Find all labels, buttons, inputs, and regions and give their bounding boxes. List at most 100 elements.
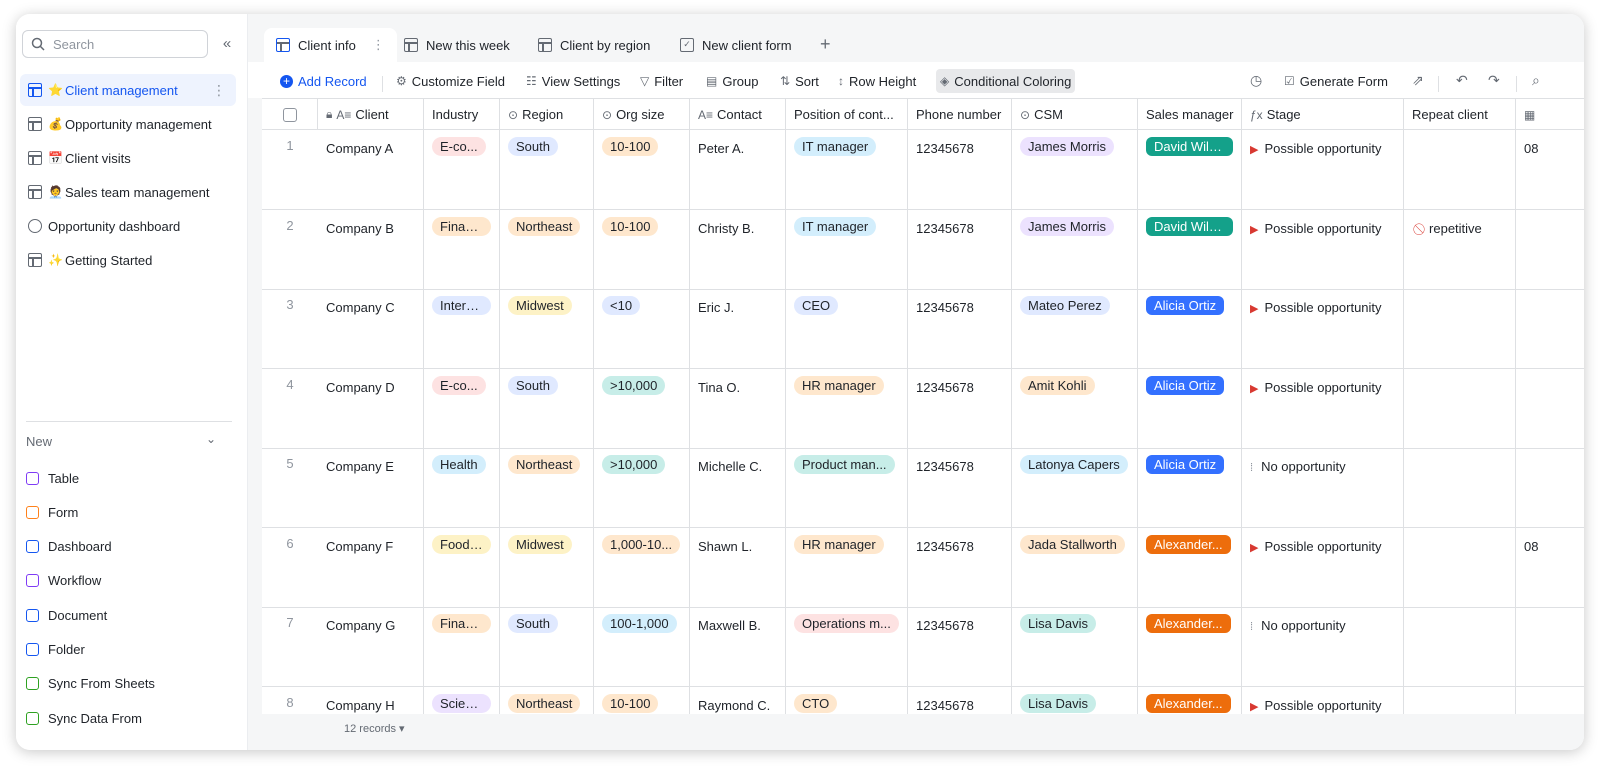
column-header-stage[interactable]: ƒx Stage — [1242, 99, 1404, 130]
cell-sales[interactable]: Alicia Ortiz — [1138, 368, 1242, 448]
cell-sales[interactable]: David Wils... — [1138, 209, 1242, 289]
cell-contact[interactable]: Christy B. — [690, 209, 786, 289]
column-header-position[interactable]: Position of cont... — [786, 99, 908, 130]
cell-org-size[interactable]: 10-100 — [594, 130, 690, 209]
cell-stage[interactable]: ▶ Possible opportunity — [1242, 130, 1404, 209]
cell-client[interactable]: Company F — [318, 527, 424, 607]
cell-repeat[interactable] — [1404, 289, 1516, 368]
cell-industry[interactable]: Health — [424, 448, 500, 527]
tab-client-info[interactable]: Client info ⋮ — [264, 28, 397, 62]
filter-button[interactable]: ▽ Filter — [636, 69, 687, 93]
cell-client[interactable]: Company G — [318, 607, 424, 686]
new-item-workflow[interactable]: Workflow — [26, 569, 101, 593]
cell-region[interactable]: Northeast — [500, 209, 594, 289]
new-item-document[interactable]: Document — [26, 603, 107, 627]
tab-new-client-form[interactable]: ✓ New client form — [668, 28, 804, 62]
customize-field-button[interactable]: ⚙ Customize Field — [392, 69, 509, 93]
cell-position[interactable]: Product man... — [786, 448, 908, 527]
cell-csm[interactable]: Mateo Perez — [1012, 289, 1138, 368]
cell-csm[interactable]: James Morris — [1012, 130, 1138, 209]
cell-industry[interactable]: E-co... — [424, 368, 500, 448]
column-header-sales-manager[interactable]: Sales manager — [1138, 99, 1242, 130]
sidebar-item[interactable]: 🧑‍💼 Sales team management — [20, 176, 236, 208]
new-item-sync-from-sheets[interactable]: Sync From Sheets — [26, 672, 155, 696]
cell-csm[interactable]: Jada Stallworth — [1012, 527, 1138, 607]
cell-stage[interactable]: ⁞ No opportunity — [1242, 448, 1404, 527]
table-row[interactable]: 1 Company A E-co... South 10-100 Peter A. IT m… — [262, 130, 1584, 210]
cell-phone[interactable]: 12345678 — [908, 368, 1012, 448]
table-row[interactable]: 8 Company H Scien... Northeast 10-100 Raymond… — [262, 686, 1584, 715]
chevron-down-icon[interactable]: ⌄ — [206, 432, 216, 446]
cell-extra[interactable] — [1516, 687, 1584, 715]
cell-phone[interactable]: 12345678 — [908, 607, 1012, 686]
cell-org-size[interactable]: >10,000 — [594, 448, 690, 527]
table-row[interactable]: 7 Company G Finance South 100-1,000 Maxwell B… — [262, 607, 1584, 687]
cell-repeat[interactable] — [1404, 448, 1516, 527]
search-input[interactable]: Search — [22, 30, 208, 58]
cell-industry[interactable]: Finance — [424, 607, 500, 686]
table-row[interactable]: 6 Company F Food ... Midwest 1,000-10... Shaw… — [262, 527, 1584, 608]
new-item-table[interactable]: Table — [26, 466, 79, 490]
cell-stage[interactable]: ▶ Possible opportunity — [1242, 527, 1404, 607]
tab-client-by-region[interactable]: Client by region — [526, 28, 662, 62]
more-options-icon[interactable]: ⋮ — [212, 82, 226, 99]
cell-csm[interactable]: Lisa Davis — [1012, 686, 1138, 714]
cell-repeat[interactable] — [1404, 607, 1516, 686]
cell-client[interactable]: Company E — [318, 448, 424, 527]
add-view-icon[interactable]: + — [820, 34, 831, 55]
cell-position[interactable]: Operations m... — [786, 607, 908, 686]
table-row[interactable]: 3 Company C Intern... Midwest <10 Eric J. CEO 1… — [262, 289, 1584, 369]
cell-phone[interactable]: 12345678 — [908, 130, 1012, 209]
cell-org-size[interactable]: 10-100 — [594, 686, 690, 714]
cell-stage[interactable]: ▶ Possible opportunity — [1242, 368, 1404, 448]
cell-industry[interactable]: E-co... — [424, 130, 500, 209]
cell-region[interactable]: Midwest — [500, 527, 594, 607]
share-icon[interactable]: ⇗ — [1412, 72, 1424, 89]
cell-region[interactable]: Northeast — [500, 448, 594, 527]
cell-org-size[interactable]: 1,000-10... — [594, 527, 690, 607]
undo-icon[interactable]: ↶ — [1456, 72, 1468, 89]
cell-industry[interactable]: Finance — [424, 209, 500, 289]
cell-sales[interactable]: Alexander... — [1138, 686, 1242, 714]
records-count[interactable]: 12 records ▾ — [344, 722, 405, 735]
cell-org-size[interactable]: <10 — [594, 289, 690, 368]
search-records-icon[interactable]: ⌕ — [1532, 72, 1540, 89]
cell-position[interactable]: CTO — [786, 686, 908, 714]
column-header-date[interactable]: ▦ — [1516, 99, 1584, 130]
cell-sales[interactable]: Alicia Ortiz — [1138, 448, 1242, 527]
new-item-form[interactable]: Form — [26, 500, 78, 524]
cell-extra[interactable]: 08 — [1516, 130, 1584, 209]
column-header-contact[interactable]: A≡ Contact — [690, 99, 786, 130]
cell-position[interactable]: HR manager — [786, 368, 908, 448]
tab-options-icon[interactable]: ⋮ — [372, 37, 385, 53]
cell-sales[interactable]: Alexander... — [1138, 607, 1242, 686]
cell-contact[interactable]: Peter A. — [690, 130, 786, 209]
cell-region[interactable]: South — [500, 607, 594, 686]
column-header-org-size[interactable]: ⊙ Org size — [594, 99, 690, 130]
cell-industry[interactable]: Scien... — [424, 686, 500, 714]
cell-phone[interactable]: 12345678 — [908, 686, 1012, 714]
sort-button[interactable]: ⇅ Sort — [776, 69, 823, 93]
cell-position[interactable]: HR manager — [786, 527, 908, 607]
sidebar-item[interactable]: 💰 Opportunity management — [20, 108, 236, 140]
cell-region[interactable]: Northeast — [500, 686, 594, 714]
cell-phone[interactable]: 12345678 — [908, 289, 1012, 368]
cell-extra[interactable] — [1516, 369, 1584, 448]
cell-phone[interactable]: 12345678 — [908, 448, 1012, 527]
cell-position[interactable]: IT manager — [786, 130, 908, 209]
redo-icon[interactable]: ↷ — [1488, 72, 1500, 89]
cell-contact[interactable]: Shawn L. — [690, 527, 786, 607]
view-settings-button[interactable]: ☷ View Settings — [522, 69, 624, 93]
cell-contact[interactable]: Raymond C. — [690, 686, 786, 714]
cell-contact[interactable]: Maxwell B. — [690, 607, 786, 686]
cell-region[interactable]: South — [500, 368, 594, 448]
column-header-industry[interactable]: Industry — [424, 99, 500, 130]
sidebar-item[interactable]: 📅 Client visits — [20, 142, 236, 174]
cell-csm[interactable]: Amit Kohli — [1012, 368, 1138, 448]
table-row[interactable]: 4 Company D E-co... South >10,000 Tina O. HR m… — [262, 368, 1584, 449]
cell-sales[interactable]: Alicia Ortiz — [1138, 289, 1242, 368]
table-row[interactable]: 2 Company B Finance Northeast 10-100 Christy … — [262, 209, 1584, 290]
sidebar-item[interactable]: ⭐ Client management ⋮ — [20, 74, 236, 106]
row-height-button[interactable]: ↕ Row Height — [834, 69, 920, 93]
column-header-client[interactable]: 🔒︎ A≡ Client — [318, 99, 424, 130]
